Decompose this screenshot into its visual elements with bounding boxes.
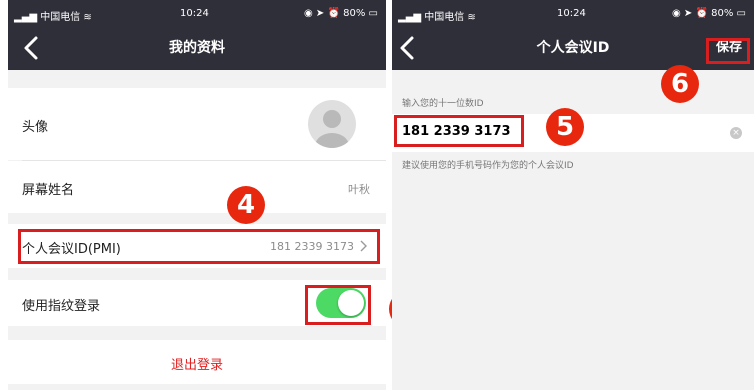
toggle-highlight-box [305, 285, 371, 325]
pmi-edit-screen: ▂▄▆ 中国电信 ≋ 10:24 ◉ ➤ ⏰ 80% ▭ 个人会议ID 保存 输… [392, 0, 754, 390]
logout-button[interactable]: 退出登录 [8, 354, 386, 373]
avatar[interactable] [308, 100, 356, 148]
save-highlight-box [706, 38, 750, 64]
status-bar: ▂▄▆ 中国电信 ≋ 10:24 ◉ ➤ ⏰ 80% ▭ [8, 0, 386, 26]
step-6-badge: 6 [661, 65, 699, 103]
logout-row[interactable]: 退出登录 [8, 340, 386, 384]
signal-carrier: ▂▄▆ 中国电信 ≋ [14, 12, 92, 23]
tutorial-screenshot: ▂▄▆ 中国电信 ≋ 10:24 ◉ ➤ ⏰ 80% ▭ 我的资料 头像 屏幕姓… [0, 0, 755, 390]
step-4-badge: 4 [227, 186, 265, 224]
nav-bar: 我的资料 [8, 26, 386, 70]
pmi-highlight-box [18, 229, 380, 264]
screen-name-value: 叶秋 [348, 183, 370, 196]
screen-name-label: 屏幕姓名 [22, 183, 75, 198]
step-5-badge: 5 [546, 108, 584, 146]
input-hint: 输入您的十一位数ID [402, 99, 484, 109]
input-highlight-box [394, 115, 524, 147]
signal-carrier: ▂▄▆ 中国电信 ≋ [398, 12, 476, 23]
battery-indicator: ◉ ➤ ⏰ 80% ▭ [304, 8, 378, 19]
battery-level: 80% [343, 8, 366, 19]
person-icon [315, 110, 349, 148]
fingerprint-label: 使用指纹登录 [22, 299, 101, 314]
page-title: 个人会议ID [536, 40, 610, 56]
status-time: 10:24 [180, 8, 209, 19]
status-bar: ▂▄▆ 中国电信 ≋ 10:24 ◉ ➤ ⏰ 80% ▭ [392, 0, 754, 26]
carrier-label: 中国电信 [40, 12, 81, 23]
page-title: 我的资料 [169, 40, 225, 56]
avatar-label: 头像 [22, 120, 49, 135]
screen-name-row[interactable]: 屏幕姓名 叶秋 [8, 161, 386, 213]
status-time: 10:24 [557, 8, 586, 19]
clear-icon[interactable]: × [730, 127, 742, 139]
avatar-row[interactable]: 头像 [8, 88, 386, 160]
nav-bar: 个人会议ID 保存 [392, 26, 754, 70]
carrier-label: 中国电信 [424, 12, 465, 23]
battery-level: 80% [711, 8, 734, 19]
profile-screen: ▂▄▆ 中国电信 ≋ 10:24 ◉ ➤ ⏰ 80% ▭ 我的资料 头像 屏幕姓… [8, 0, 386, 390]
footer-hint: 建议使用您的手机号码作为您的个人会议ID [402, 161, 574, 171]
battery-indicator: ◉ ➤ ⏰ 80% ▭ [672, 8, 746, 19]
